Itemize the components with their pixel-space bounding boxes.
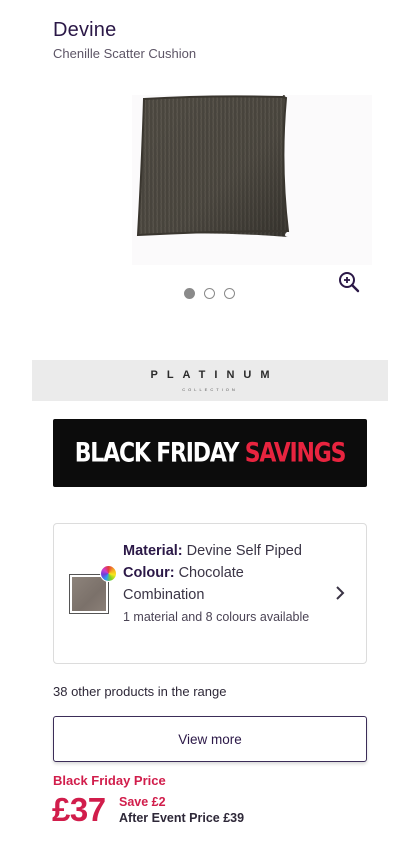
gallery-dot-3[interactable] <box>224 288 235 299</box>
chevron-right-icon <box>336 586 345 600</box>
variant-selector-card[interactable]: Material: Devine Self Piped Colour: Choc… <box>53 523 367 664</box>
colour-label: Colour: <box>123 565 175 581</box>
gallery-dot-1[interactable] <box>184 288 195 299</box>
range-count-text: 38 other products in the range <box>53 684 227 699</box>
banner-text-white: BLACK FRIDAY <box>74 438 245 468</box>
collection-name: PLATINUM <box>150 369 279 381</box>
variant-details: Material: Devine Self Piped Colour: Choc… <box>123 540 328 628</box>
variant-options-count: 1 material and 8 colours available <box>123 610 310 624</box>
product-subtitle: Chenille Scatter Cushion <box>53 46 197 61</box>
gallery-dot-2[interactable] <box>204 288 215 299</box>
view-more-button[interactable]: View more <box>53 716 367 762</box>
black-friday-price-label: Black Friday Price <box>53 773 166 788</box>
black-friday-banner[interactable]: BLACK FRIDAY SAVINGS <box>53 419 367 487</box>
banner-text-red: SAVINGS <box>244 438 347 468</box>
collection-tagline: COLLECTION <box>182 387 238 392</box>
product-image[interactable] <box>132 94 372 265</box>
material-label: Material: <box>123 543 183 559</box>
material-value: Devine Self Piped <box>186 543 302 559</box>
gallery-pagination <box>184 288 235 299</box>
product-title: Devine <box>53 19 117 41</box>
after-event-price: After Event Price £39 <box>119 811 245 825</box>
save-amount: Save £2 <box>119 795 166 809</box>
cushion-image <box>136 94 290 237</box>
current-price: £37 <box>52 791 106 828</box>
black-friday-banner-text: BLACK FRIDAY SAVINGS <box>74 438 347 468</box>
platinum-collection-banner: PLATINUM COLLECTION <box>32 360 388 401</box>
zoom-in-icon[interactable] <box>337 270 361 294</box>
colour-wheel-icon <box>100 565 117 582</box>
